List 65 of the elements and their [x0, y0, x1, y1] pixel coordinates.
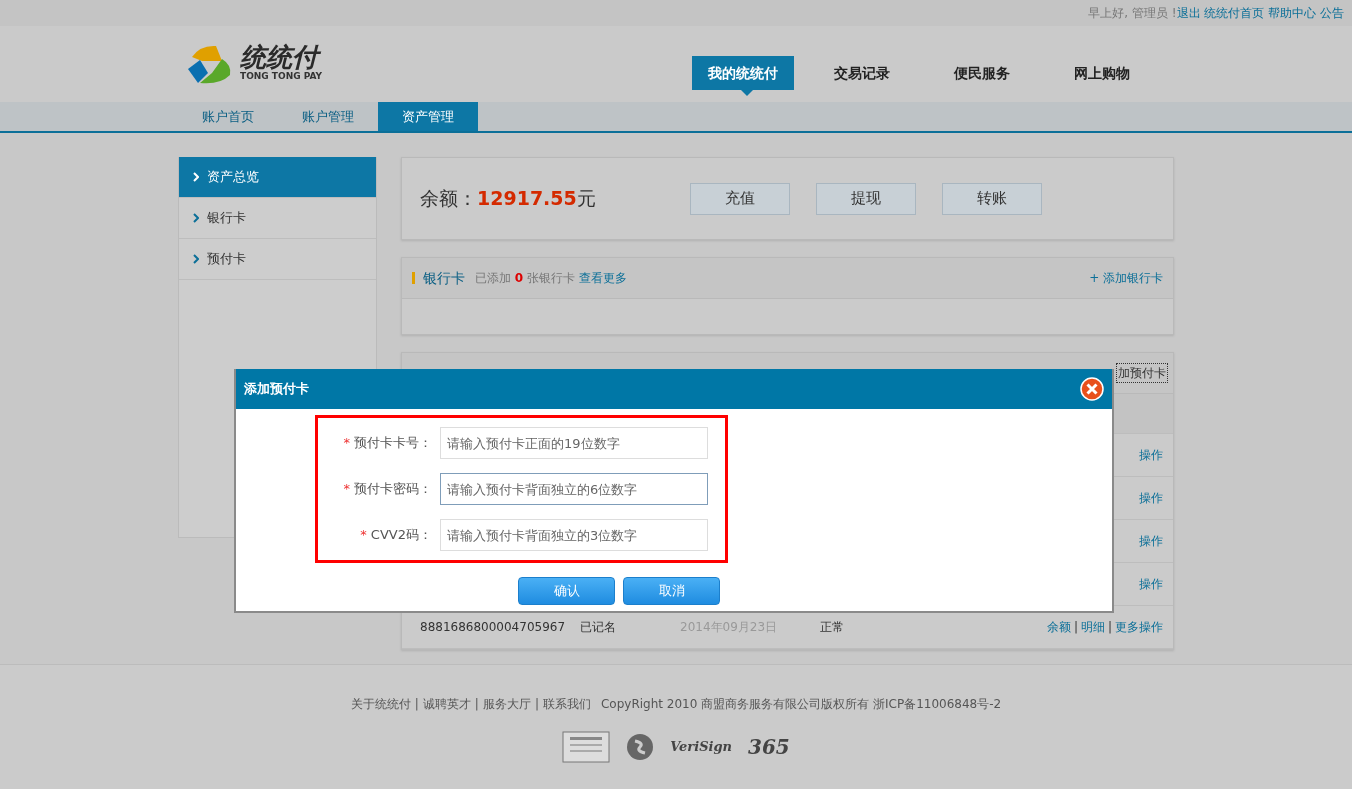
row-action-link[interactable]: 操作 — [1139, 446, 1163, 464]
footer-link[interactable]: 联系我们 — [542, 697, 591, 711]
row-action-link[interactable]: 明细 — [1080, 620, 1105, 634]
footer-link[interactable]: 关于统统付 — [350, 697, 411, 711]
card-number: 8881686800004705967 — [420, 619, 567, 636]
field-label: CVV2码： — [370, 527, 432, 543]
main-nav-tab[interactable]: 便民服务 — [938, 56, 1026, 90]
sidebar-item[interactable]: 预付卡 — [179, 239, 376, 280]
card-status: 正常 — [820, 619, 845, 636]
top-link[interactable]: 退出 — [1176, 6, 1201, 20]
row-action-link[interactable]: 更多操作 — [1115, 620, 1163, 634]
copyright-text: CopyRight 2010 商盟商务服务有限公司版权所有 浙ICP备11006848号-2 — [600, 697, 1002, 711]
row-action-link[interactable]: 操作 — [1139, 532, 1163, 550]
top-link[interactable]: 公告 — [1320, 6, 1344, 20]
balance-text: 余额：12917.55元 — [420, 186, 597, 212]
separator: | — [474, 697, 479, 711]
accent-bar — [412, 272, 415, 284]
logo-name: 统统付 — [240, 44, 323, 71]
top-link[interactable]: 统统付首页 — [1204, 6, 1265, 20]
footer-link[interactable]: 诚聘英才 — [422, 697, 471, 711]
field-label: 预付卡密码： — [354, 481, 432, 497]
required-mark: * — [343, 435, 350, 451]
add-bank-card-link[interactable]: + 添加银行卡 — [1089, 269, 1163, 287]
footer-link[interactable]: 服务大厅 — [482, 697, 531, 711]
close-button[interactable] — [1080, 377, 1104, 401]
tab-pointer-icon — [741, 90, 753, 96]
separator: | — [1073, 620, 1078, 634]
row-action-link[interactable]: 操作 — [1139, 575, 1163, 593]
separator: | — [1107, 620, 1112, 634]
add-prepaid-card-link[interactable]: 加预付卡 — [1116, 363, 1168, 383]
sub-nav-tab[interactable]: 账户首页 — [178, 102, 278, 131]
registration-status: 已记名 — [580, 619, 617, 636]
separator: | — [414, 697, 419, 711]
row-action-link[interactable]: 操作 — [1139, 489, 1163, 507]
card-count-text: 已添加 0 张银行卡 — [475, 270, 575, 287]
badge-logo-text: VeriSign — [670, 738, 733, 757]
dialog-title: 添加预付卡 — [244, 380, 309, 399]
field-label: 预付卡卡号： — [354, 435, 432, 451]
action-button[interactable]: 充值 — [690, 182, 790, 215]
main-nav-tab[interactable]: 网上购物 — [1058, 56, 1146, 90]
more-link[interactable]: 查看更多 — [579, 269, 627, 287]
sidebar-item[interactable]: 资产总览 — [179, 157, 376, 198]
action-button[interactable]: 转账 — [942, 182, 1042, 215]
required-mark: * — [343, 481, 350, 497]
badge-logo-text: 365 — [748, 734, 790, 761]
chevron-icon — [193, 213, 199, 223]
certificate-icon — [562, 731, 611, 763]
dialog-button[interactable]: 取消 — [623, 577, 720, 605]
action-button[interactable]: 提现 — [816, 182, 916, 215]
sub-nav-tab[interactable]: 账户管理 — [278, 102, 378, 131]
row-action-link[interactable]: 余额 — [1046, 620, 1071, 634]
chevron-icon — [193, 172, 199, 182]
logo-tagline: TONG TONG PAY — [240, 70, 323, 84]
input-field[interactable]: 请输入预付卡背面独立的6位数字 — [440, 473, 708, 505]
main-nav-tab[interactable]: 我的统统付 — [692, 56, 794, 90]
sub-nav-tab[interactable]: 资产管理 — [378, 102, 478, 131]
chevron-icon — [193, 254, 199, 264]
panel-title: 银行卡 — [423, 268, 465, 288]
sidebar-item[interactable]: 银行卡 — [179, 198, 376, 239]
required-mark: * — [360, 527, 367, 543]
separator: | — [534, 697, 539, 711]
top-link[interactable]: 帮助中心 — [1268, 6, 1317, 20]
main-nav-tab[interactable]: 交易记录 — [818, 56, 906, 90]
seal-icon — [626, 733, 655, 761]
dialog-button[interactable]: 确认 — [518, 577, 615, 605]
